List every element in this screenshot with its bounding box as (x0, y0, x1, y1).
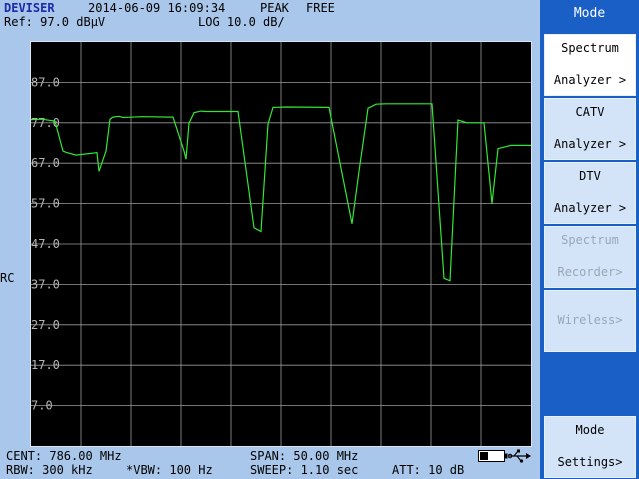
center-frequency-readout: CENT: 786.00 MHz (6, 449, 122, 463)
spectrum-recorder-button[interactable]: Spectrum Recorder> (544, 226, 636, 288)
catv-analyzer-button[interactable]: CATV Analyzer > (544, 98, 636, 160)
rbw-readout: RBW: 300 kHz (6, 463, 93, 477)
spectrum-analyzer-button[interactable]: Spectrum Analyzer > (544, 34, 636, 96)
softkey-line1: CATV (575, 105, 605, 119)
mode-menu: Mode Spectrum Analyzer > CATV Analyzer >… (540, 0, 639, 479)
y-tick-label: 47.0 (31, 237, 60, 251)
softkey-line2: Settings> (557, 455, 623, 469)
battery-icon (478, 450, 508, 462)
y-tick-label: 57.0 (31, 197, 60, 211)
brand-label: DEVISER (4, 1, 55, 15)
span-readout: SPAN: 50.00 MHz (250, 449, 359, 463)
y-tick-label: 67.0 (31, 156, 60, 170)
datetime-label: 2014-06-09 16:09:34 (88, 1, 226, 15)
mode-settings-button[interactable]: Mode Settings> (544, 416, 636, 478)
graticule (31, 42, 531, 446)
softkey-line2: Recorder> (557, 265, 623, 279)
detector-label: PEAK (260, 1, 289, 15)
softkey-line1: Spectrum (561, 41, 619, 55)
usb-icon (508, 449, 531, 463)
y-tick-label: 37.0 (31, 277, 60, 291)
softkey-line2: Analyzer > (553, 201, 627, 215)
y-tick-label: 17.0 (31, 358, 60, 372)
softkey-line1: Spectrum (561, 233, 619, 247)
spectrum-graph[interactable]: 87.0 77.0 67.0 57.0 47.0 37.0 27.0 17.0 7.0 (30, 41, 532, 447)
softkey-line1: Mode (575, 423, 605, 437)
spectrum-svg: 87.077.067.057.047.037.027.017.07.0 (31, 42, 531, 446)
dtv-analyzer-button[interactable]: DTV Analyzer > (544, 162, 636, 224)
y-tick-label: 27.0 (31, 318, 60, 332)
y-tick-label: 7.0 (31, 399, 53, 413)
vbw-readout: *VBW: 100 Hz (126, 463, 213, 477)
menu-title: Mode (573, 6, 606, 21)
trigger-label: FREE (306, 1, 335, 15)
y-tick-labels: 87.077.067.057.047.037.027.017.07.0 (31, 75, 60, 412)
y-tick-label: 87.0 (31, 75, 60, 89)
side-label: RC (0, 271, 15, 285)
wireless-button[interactable]: Wireless> (544, 290, 636, 352)
sweep-readout: SWEEP: 1.10 sec (250, 463, 359, 477)
attenuation-readout: ATT: 10 dB (392, 463, 465, 477)
softkey-line2: Analyzer > (553, 73, 627, 87)
softkey-line2: Analyzer > (553, 137, 627, 151)
softkey-label: Wireless> (557, 313, 623, 327)
scale-label: LOG 10.0 dB/ (198, 15, 285, 29)
softkey-line1: DTV (579, 169, 601, 183)
ref-level-label: Ref: 97.0 dBμV (4, 15, 106, 29)
